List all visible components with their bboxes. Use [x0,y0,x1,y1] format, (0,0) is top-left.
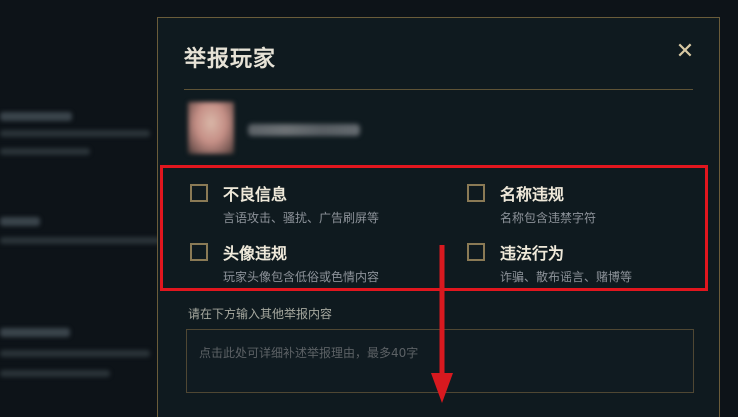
annotation-arrow-icon [431,245,453,403]
option-label: 头像违规 [223,244,288,263]
background-list [0,0,160,400]
list-item [0,100,170,170]
list-item [0,318,170,388]
close-icon[interactable]: ✕ [673,40,697,64]
option-description: 玩家头像包含低俗或色情内容 [223,270,380,284]
option-description: 名称包含违禁字符 [500,211,597,225]
details-placeholder: 点击此处可详细补述举报理由，最多40字 [199,346,419,360]
avatar [188,102,234,154]
checkbox[interactable] [467,184,485,202]
checkbox[interactable] [190,243,208,261]
details-prompt: 请在下方输入其他举报内容 [188,307,333,321]
list-item [0,205,170,275]
option-description: 诈骗、散布谣言、赌博等 [500,270,633,284]
option-label: 名称违规 [500,185,565,204]
option-illegal-behavior[interactable]: 违法行为 诈骗、散布谣言、赌博等 [467,240,717,290]
option-avatar-violation[interactable]: 头像违规 玩家头像包含低俗或色情内容 [190,240,440,290]
dialog-title: 举报玩家 [184,47,277,72]
checkbox[interactable] [467,243,485,261]
option-label: 不良信息 [223,185,288,204]
option-name-violation[interactable]: 名称违规 名称包含违禁字符 [467,181,717,231]
option-bad-info[interactable]: 不良信息 言语攻击、骚扰、广告刷屏等 [190,181,440,231]
option-description: 言语攻击、骚扰、广告刷屏等 [223,211,380,225]
player-name-blurred [248,124,360,136]
divider [184,89,693,90]
checkbox[interactable] [190,184,208,202]
option-label: 违法行为 [500,244,565,263]
